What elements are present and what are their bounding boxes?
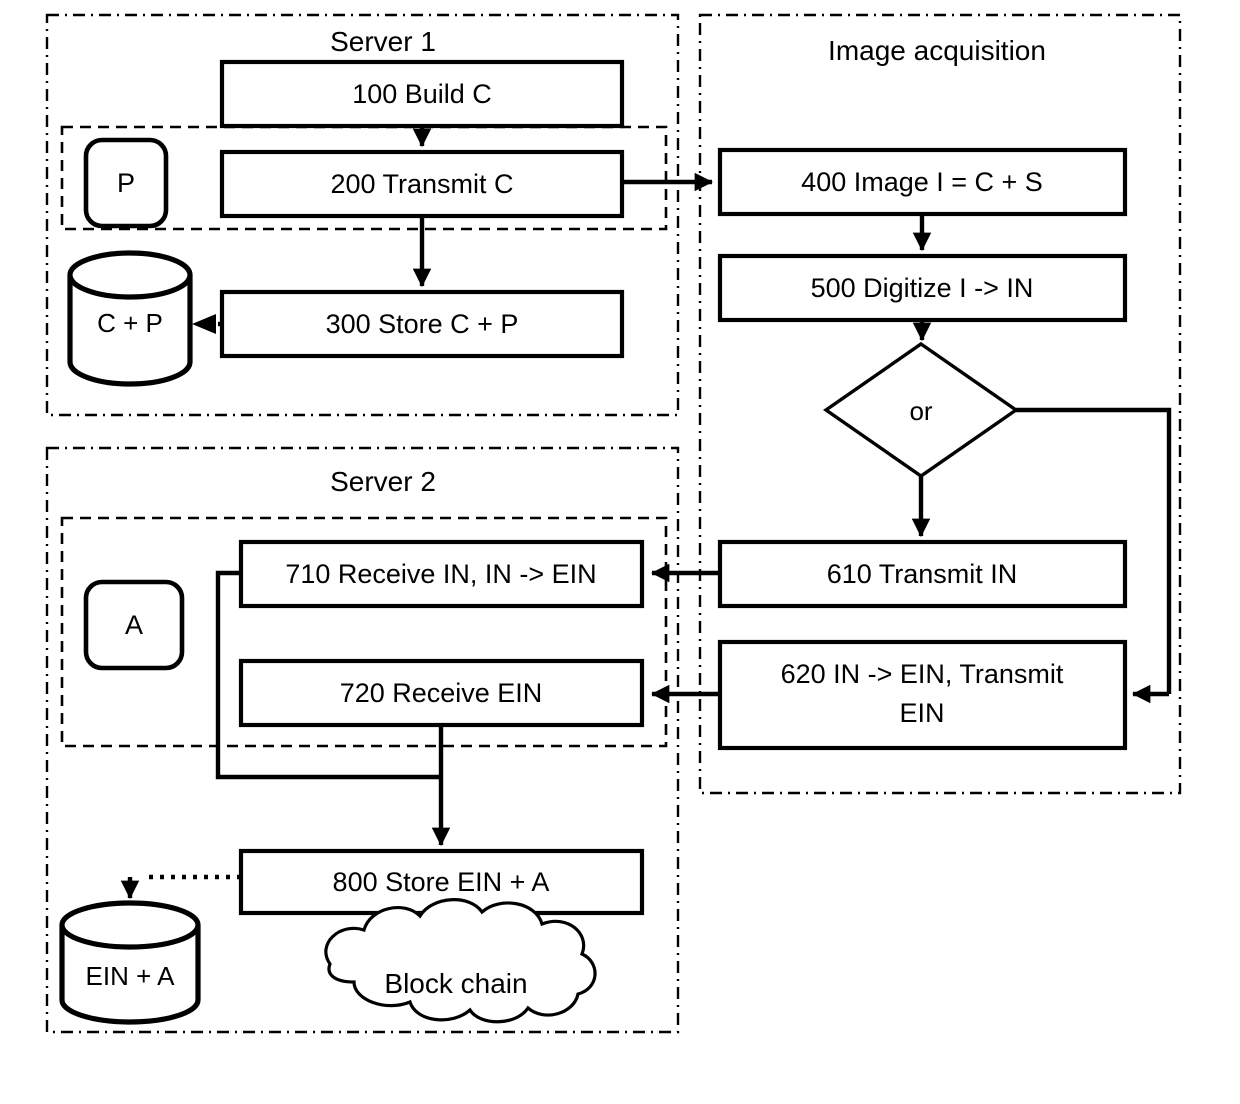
process-box-500-label: 500 Digitize I -> IN	[811, 273, 1034, 303]
process-box-620-label-line1: 620 IN -> EIN, Transmit	[781, 659, 1064, 689]
cloud-blockchain-shape[interactable]	[324, 898, 597, 1024]
process-box-720-label: 720 Receive EIN	[340, 678, 543, 708]
process-box-300-label: 300 Store C + P	[326, 309, 519, 339]
process-box-100-label: 100 Build C	[352, 79, 492, 109]
group-title-server2: Server 2	[330, 466, 436, 497]
process-box-800-label: 800 Store EIN + A	[333, 867, 550, 897]
actor-a-label: A	[125, 610, 143, 640]
datastore-eina-label: EIN + A	[86, 961, 176, 991]
decision-or-label: or	[909, 396, 932, 426]
process-box-620[interactable]	[717, 639, 1128, 751]
datastore-cp-label: C + P	[97, 308, 163, 338]
connector-300-to-datastore-cp-arrow	[192, 314, 216, 334]
process-box-610-label: 610 Transmit IN	[827, 559, 1018, 589]
diagram-canvas: Server 1 Server 2 Image acquisition P C …	[45, 13, 1182, 1034]
datastore-eina-top	[59, 900, 201, 950]
cloud-blockchain-label: Block chain	[384, 968, 527, 999]
group-title-image-acquisition: Image acquisition	[828, 35, 1046, 66]
flowchart-diagram: Server 1 Server 2 Image acquisition P C …	[0, 0, 1240, 1104]
group-title-server1: Server 1	[330, 26, 436, 57]
actor-p-label: P	[117, 168, 135, 198]
process-box-620-label-line2: EIN	[899, 698, 944, 728]
process-box-200-label: 200 Transmit C	[330, 169, 513, 199]
process-box-710-label: 710 Receive IN, IN -> EIN	[285, 559, 596, 589]
process-box-400-label: 400 Image I = C + S	[801, 167, 1043, 197]
datastore-cp-top	[67, 250, 193, 300]
